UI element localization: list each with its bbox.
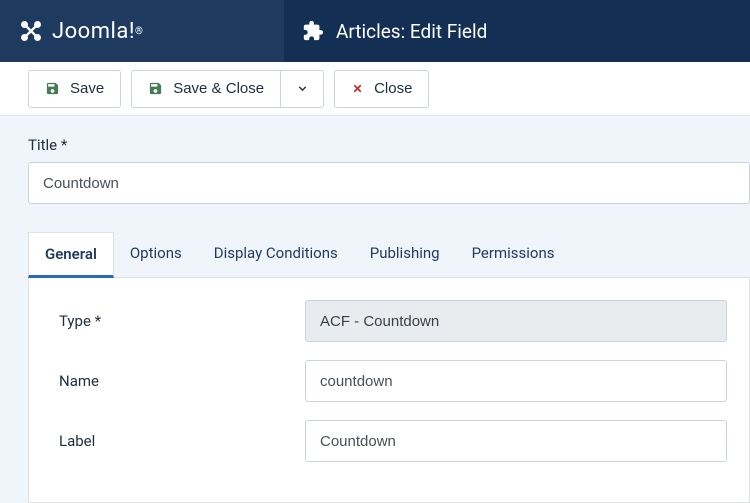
close-icon (351, 82, 364, 95)
label-label: Label (59, 432, 305, 450)
chevron-down-icon (296, 82, 309, 95)
title-input[interactable] (28, 162, 750, 204)
brand[interactable]: Joomla!® (0, 0, 284, 62)
page-title-area: Articles: Edit Field (284, 0, 750, 62)
name-field[interactable] (305, 360, 727, 402)
save-button[interactable]: Save (28, 70, 121, 108)
label-field[interactable] (305, 420, 727, 462)
tab-publishing[interactable]: Publishing (354, 232, 456, 277)
toolbar: Save Save & Close Close (0, 62, 750, 116)
save-close-label: Save & Close (173, 80, 264, 97)
save-label: Save (70, 80, 104, 97)
close-button[interactable]: Close (334, 70, 429, 108)
tab-options[interactable]: Options (114, 232, 198, 277)
type-label: Type * (59, 312, 305, 330)
brand-text: Joomla! (52, 19, 135, 44)
save-icon (148, 81, 163, 96)
tab-general[interactable]: General (28, 232, 114, 278)
tab-content-general: Type * Name Label (28, 278, 750, 503)
puzzle-icon (302, 20, 324, 42)
joomla-logo-icon (18, 18, 44, 44)
tab-permissions[interactable]: Permissions (456, 232, 571, 277)
tabs: General Options Display Conditions Publi… (28, 232, 750, 278)
type-field[interactable] (305, 300, 727, 342)
save-icon (45, 81, 60, 96)
close-label: Close (374, 80, 412, 97)
page-title: Articles: Edit Field (336, 20, 487, 43)
brand-reg: ® (135, 26, 143, 37)
save-close-group: Save & Close (131, 70, 324, 108)
title-label: Title * (28, 136, 750, 154)
save-dropdown-button[interactable] (280, 70, 324, 108)
save-close-button[interactable]: Save & Close (131, 70, 280, 108)
name-label: Name (59, 372, 305, 390)
tab-display-conditions[interactable]: Display Conditions (198, 232, 354, 277)
